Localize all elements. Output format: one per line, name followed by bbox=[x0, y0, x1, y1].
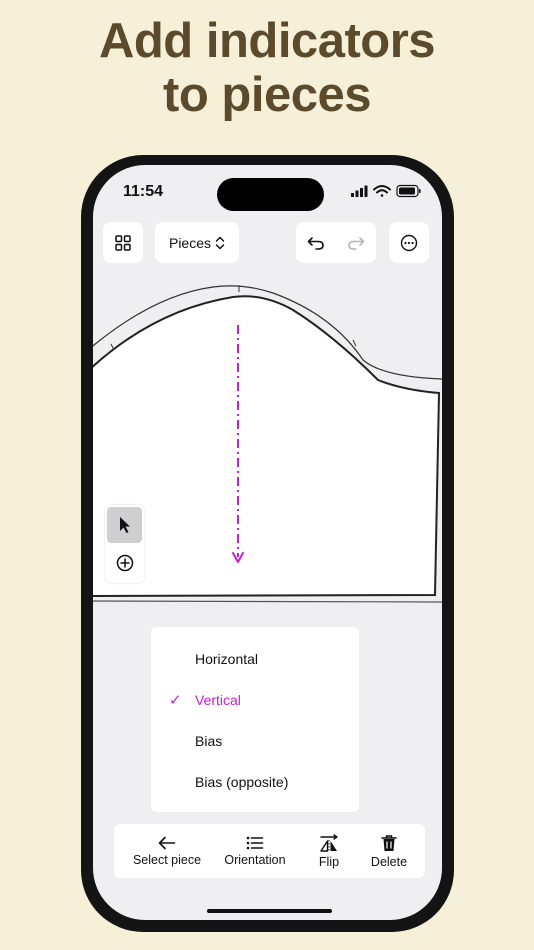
signal-icon bbox=[351, 185, 368, 197]
redo-icon bbox=[348, 236, 365, 250]
add-tool-button[interactable] bbox=[107, 545, 142, 581]
headline-line-2: to pieces bbox=[163, 68, 371, 122]
bottom-toolbar: Select piece Orientation Flip Delete bbox=[114, 824, 425, 878]
menu-item-label: Bias bbox=[195, 732, 223, 749]
menu-item-bias-opposite[interactable]: Bias (opposite) bbox=[151, 761, 359, 802]
more-button[interactable] bbox=[389, 222, 429, 263]
hem-seam-allowance bbox=[93, 600, 442, 603]
select-tool-button[interactable] bbox=[107, 507, 142, 543]
more-icon bbox=[400, 234, 418, 251]
select-piece-button[interactable]: Select piece bbox=[126, 824, 208, 878]
delete-button[interactable]: Delete bbox=[364, 824, 414, 878]
menu-item-label: Horizontal bbox=[195, 650, 259, 667]
app-screen: 11:54 Pieces Horizontal ✓ Vertical Bias … bbox=[93, 165, 442, 920]
select-piece-label: Select piece bbox=[132, 852, 202, 867]
redo-button[interactable] bbox=[336, 222, 376, 263]
wifi-icon bbox=[373, 185, 391, 197]
undo-redo-group bbox=[296, 222, 376, 263]
orientation-label: Orientation bbox=[224, 852, 286, 867]
menu-item-vertical[interactable]: ✓ Vertical bbox=[151, 679, 359, 720]
dynamic-island bbox=[217, 178, 324, 211]
status-time: 11:54 bbox=[123, 183, 164, 200]
grid-button[interactable] bbox=[103, 222, 143, 263]
undo-icon bbox=[307, 236, 324, 250]
orientation-button[interactable]: Orientation bbox=[218, 824, 292, 878]
undo-button[interactable] bbox=[296, 222, 336, 263]
notch-mark-right bbox=[352, 339, 357, 347]
tool-panel bbox=[105, 505, 144, 583]
cursor-icon bbox=[119, 517, 130, 533]
sleeve-piece bbox=[93, 295, 441, 597]
home-indicator[interactable] bbox=[207, 909, 332, 913]
flip-button[interactable]: Flip bbox=[306, 824, 352, 878]
status-icons bbox=[351, 184, 421, 198]
pattern-canvas[interactable] bbox=[93, 265, 442, 615]
grid-icon bbox=[115, 234, 131, 251]
menu-item-label: Bias (opposite) bbox=[195, 773, 289, 790]
menu-item-label: Vertical bbox=[195, 691, 241, 708]
orientation-menu: Horizontal ✓ Vertical Bias Bias (opposit… bbox=[151, 627, 359, 812]
flip-label: Flip bbox=[318, 854, 340, 869]
menu-item-horizontal[interactable]: Horizontal bbox=[151, 638, 359, 679]
chevron-up-down-icon bbox=[215, 236, 225, 249]
menu-item-bias[interactable]: Bias bbox=[151, 720, 359, 761]
flip-icon bbox=[320, 833, 338, 852]
delete-label: Delete bbox=[370, 854, 408, 869]
battery-icon bbox=[396, 184, 421, 198]
checkmark-icon: ✓ bbox=[169, 691, 182, 709]
trash-icon bbox=[381, 834, 397, 851]
pieces-dropdown[interactable]: Pieces bbox=[155, 222, 239, 263]
plus-circle-icon bbox=[116, 554, 133, 572]
headline-line-1: Add indicators bbox=[98, 14, 436, 68]
arrow-left-icon bbox=[158, 836, 176, 849]
pieces-dropdown-label: Pieces bbox=[168, 234, 212, 251]
headline: Add indicators to pieces bbox=[0, 14, 534, 122]
list-icon bbox=[246, 836, 264, 849]
